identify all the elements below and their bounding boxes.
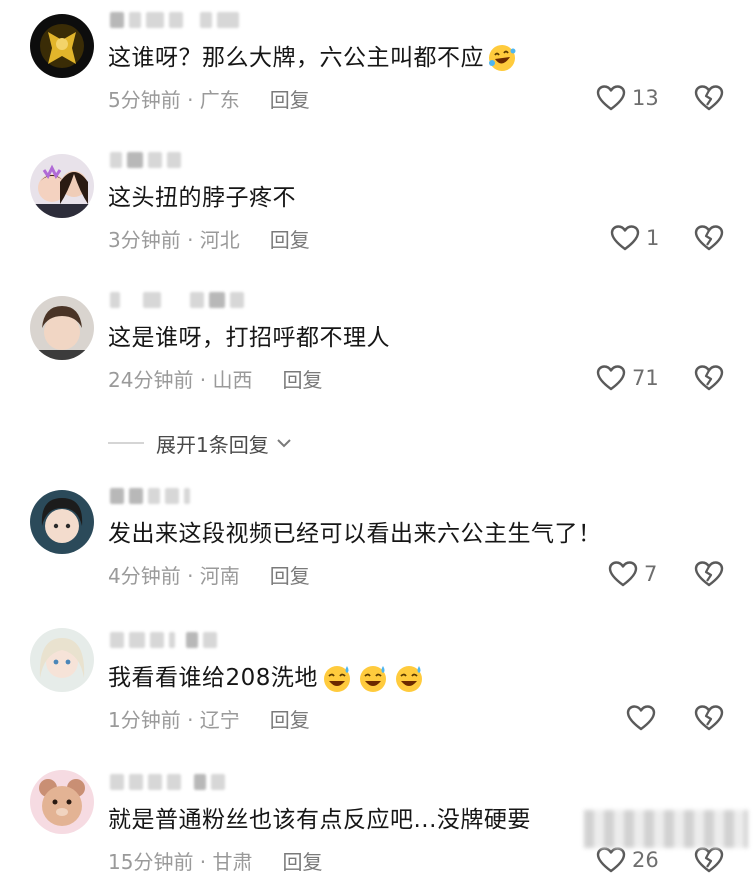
heart-outline-icon — [610, 225, 640, 251]
rolling-laugh-emoji-icon — [487, 43, 517, 73]
dislike-button[interactable] — [694, 560, 724, 588]
broken-heart-icon — [694, 561, 724, 587]
avatar[interactable] — [30, 154, 94, 218]
comment-time-location: 4分钟前 · 河南 — [108, 563, 240, 588]
comment-meta: 5分钟前 · 广东 回复 — [108, 80, 310, 116]
username[interactable] — [110, 148, 181, 172]
username[interactable] — [110, 484, 190, 508]
dislike-button[interactable] — [694, 224, 724, 252]
sweat-smile-emoji-icon — [322, 663, 352, 693]
avatar[interactable] — [30, 770, 94, 834]
avatar-image — [30, 770, 94, 834]
comment-body: 就是普通粉丝也该有点反应吧...没牌硬要 — [108, 807, 531, 833]
heart-outline-icon — [608, 561, 638, 587]
comment-text: 这是谁呀，打招呼都不理人 — [108, 320, 390, 356]
dislike-button[interactable] — [694, 364, 724, 392]
avatar-image — [30, 14, 94, 78]
comment-body: 发出来这段视频已经可以看出来六公主生气了！ — [108, 521, 602, 547]
avatar-image — [30, 490, 94, 554]
comment-time-location: 24分钟前 · 山西 — [108, 367, 253, 392]
comment-text: 发出来这段视频已经可以看出来六公主生气了！ — [108, 516, 602, 552]
comment-body: 这头扭的脖子疼不 — [108, 185, 296, 211]
reply-button[interactable]: 回复 — [270, 560, 310, 589]
comment-text: 我看看谁给208洗地 — [108, 660, 424, 696]
username[interactable] — [110, 8, 239, 32]
sweat-smile-emoji-icon — [358, 663, 388, 693]
avatar-image — [30, 296, 94, 360]
expand-divider — [108, 442, 144, 444]
expand-replies-label: 展开1条回复 — [156, 432, 269, 457]
expand-replies-button[interactable]: 展开1条回复 — [108, 426, 293, 460]
reply-button[interactable]: 回复 — [270, 704, 310, 733]
comment-text: 这谁呀？那么大牌，六公主叫都不应 — [108, 40, 517, 76]
reply-button[interactable]: 回复 — [283, 364, 323, 393]
comment-text: 这头扭的脖子疼不 — [108, 180, 296, 216]
comment-time-location: 15分钟前 · 甘肃 — [108, 849, 253, 874]
avatar-image — [30, 154, 94, 218]
reply-button[interactable]: 回复 — [283, 846, 323, 875]
comment-text: 就是普通粉丝也该有点反应吧...没牌硬要 — [108, 802, 531, 838]
dislike-button[interactable] — [694, 704, 724, 732]
like-count: 7 — [644, 562, 658, 586]
comment-time-location: 1分钟前 · 辽宁 — [108, 707, 240, 732]
chevron-down-icon — [277, 439, 291, 448]
broken-heart-icon — [694, 705, 724, 731]
blurred-watermark — [584, 810, 748, 848]
like-count: 13 — [632, 86, 659, 110]
heart-outline-icon — [626, 705, 656, 731]
avatar[interactable] — [30, 296, 94, 360]
broken-heart-icon — [694, 85, 724, 111]
dislike-button[interactable] — [694, 846, 724, 874]
comment-meta: 15分钟前 · 甘肃 回复 — [108, 842, 323, 878]
comment-time-location: 5分钟前 · 广东 — [108, 87, 240, 112]
avatar[interactable] — [30, 490, 94, 554]
like-count: 1 — [646, 226, 660, 250]
username[interactable] — [110, 288, 244, 312]
avatar[interactable] — [30, 14, 94, 78]
sweat-smile-emoji-icon — [394, 663, 424, 693]
username[interactable] — [110, 628, 217, 652]
reply-button[interactable]: 回复 — [270, 84, 310, 113]
like-button[interactable]: 71 — [596, 360, 659, 396]
like-button[interactable]: 7 — [608, 556, 657, 592]
comment-meta: 24分钟前 · 山西 回复 — [108, 360, 323, 396]
broken-heart-icon — [694, 365, 724, 391]
broken-heart-icon — [694, 225, 724, 251]
comment-body: 这是谁呀，打招呼都不理人 — [108, 325, 390, 351]
like-count: 26 — [632, 848, 659, 872]
broken-heart-icon — [694, 847, 724, 873]
heart-outline-icon — [596, 365, 626, 391]
like-button[interactable]: 13 — [596, 80, 659, 116]
username[interactable] — [110, 770, 225, 794]
dislike-button[interactable] — [694, 84, 724, 112]
comment-meta: 1分钟前 · 辽宁 回复 — [108, 700, 310, 736]
like-button[interactable]: 1 — [610, 220, 659, 256]
avatar-image — [30, 628, 94, 692]
like-count: 71 — [632, 366, 659, 390]
heart-outline-icon — [596, 847, 626, 873]
comment-time-location: 3分钟前 · 河北 — [108, 227, 240, 252]
comment-meta: 4分钟前 · 河南 回复 — [108, 556, 310, 592]
comment-body: 我看看谁给208洗地 — [108, 665, 318, 691]
comment-body: 这谁呀？那么大牌，六公主叫都不应 — [108, 45, 484, 71]
avatar[interactable] — [30, 628, 94, 692]
reply-button[interactable]: 回复 — [270, 224, 310, 253]
like-button[interactable] — [626, 700, 662, 736]
comment-meta: 3分钟前 · 河北 回复 — [108, 220, 310, 256]
heart-outline-icon — [596, 85, 626, 111]
